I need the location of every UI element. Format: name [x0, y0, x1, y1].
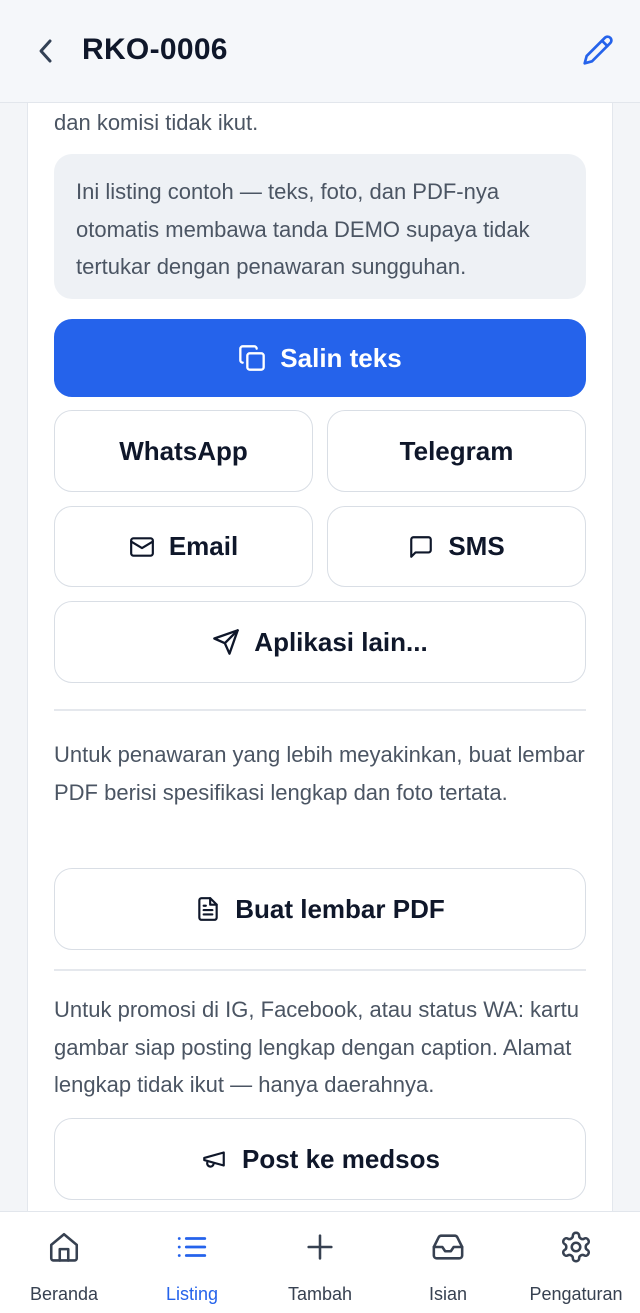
megaphone-icon: [203, 1151, 225, 1168]
copy-text-label: Salin teks: [280, 342, 402, 373]
sms-button[interactable]: SMS: [327, 506, 586, 587]
create-pdf-button[interactable]: Buat lembar PDF: [54, 868, 586, 950]
whatsapp-button[interactable]: WhatsApp: [54, 410, 313, 492]
section-divider: [54, 969, 586, 971]
telegram-button[interactable]: Telegram: [327, 410, 586, 492]
page-title: RKO-0006: [82, 33, 228, 66]
nav-item-pengaturan[interactable]: Pengaturan: [512, 1212, 640, 1313]
nav-label: Isian: [428, 1284, 468, 1304]
email-label: Email: [168, 531, 239, 561]
list-icon: [177, 1237, 207, 1257]
gear-icon: [561, 1231, 591, 1263]
demo-notice: Ini listing contoh — teks, foto, dan PDF…: [54, 154, 586, 299]
pencil-icon: [583, 35, 613, 65]
pdf-description: Untuk penawaran yang lebih meyakinkan, b…: [54, 742, 585, 805]
create-pdf-label: Buat lembar PDF: [235, 893, 445, 924]
back-button[interactable]: [30, 34, 62, 68]
file-text-icon: [198, 897, 218, 921]
whatsapp-label: WhatsApp: [119, 435, 248, 466]
telegram-label: Telegram: [399, 435, 514, 466]
bottom-navigation: Beranda Listing Tambah Isian Pengaturan: [0, 1211, 640, 1313]
post-social-button[interactable]: Post ke medsos: [54, 1118, 586, 1200]
inbox-icon: [432, 1234, 464, 1260]
home-icon: [49, 1232, 79, 1262]
section-divider: [54, 709, 586, 711]
copy-text-button[interactable]: Salin teks: [54, 319, 586, 397]
nav-item-tambah[interactable]: Tambah: [256, 1212, 384, 1313]
copy-icon: [239, 345, 266, 371]
email-button[interactable]: Email: [54, 506, 313, 587]
nav-label: Pengaturan: [529, 1284, 623, 1304]
top-app-bar: RKO-0006: [0, 0, 640, 103]
nav-item-beranda[interactable]: Beranda: [0, 1212, 128, 1313]
chevron-left-icon: [39, 39, 52, 63]
intro-text: dan komisi tidak ikut.: [54, 110, 259, 135]
send-icon: [213, 629, 240, 655]
nav-item-isian[interactable]: Isian: [384, 1212, 512, 1313]
other-apps-label: Aplikasi lain...: [254, 626, 428, 657]
nav-label: Listing: [165, 1284, 219, 1304]
edit-button[interactable]: [580, 32, 616, 68]
plus-icon: [307, 1234, 333, 1260]
nav-label: Tambah: [287, 1284, 353, 1304]
nav-item-listing[interactable]: Listing: [128, 1212, 256, 1313]
message-square-icon: [410, 535, 433, 558]
mail-icon: [129, 536, 154, 557]
sms-label: SMS: [448, 531, 505, 561]
nav-label: Beranda: [29, 1284, 99, 1304]
social-description: Untuk promosi di IG, Facebook, atau stat…: [54, 997, 579, 1097]
post-social-label: Post ke medsos: [242, 1143, 440, 1174]
other-apps-button[interactable]: Aplikasi lain...: [54, 601, 586, 683]
